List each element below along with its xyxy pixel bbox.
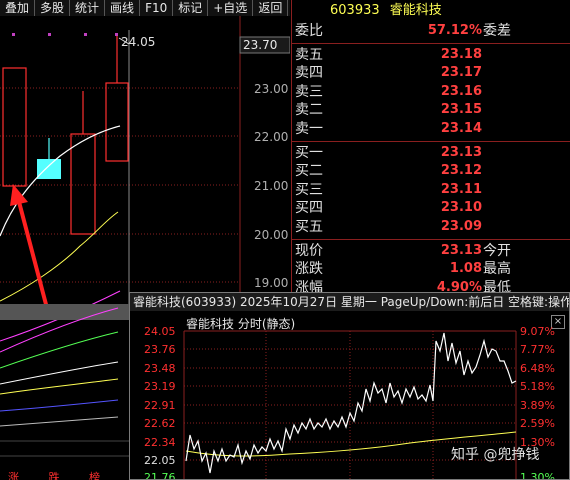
- row-value: 23.13: [440, 242, 482, 258]
- row-value: 57.12%: [427, 23, 482, 38]
- toolbar: 叠加 多股 统计 画线 F10 标记 +自选 返回: [0, 0, 290, 16]
- stock-name: 睿能科技: [389, 3, 442, 18]
- pct-label: 2.59%: [520, 417, 555, 430]
- price-axis-tick: 19.00: [254, 276, 288, 290]
- row-label: 卖一: [295, 120, 323, 137]
- price-label: 23.48: [144, 362, 176, 375]
- price-label: 22.34: [144, 436, 176, 449]
- divider: [292, 238, 570, 240]
- pct-label: 6.48%: [520, 362, 555, 375]
- row-value: 23.13: [440, 144, 482, 160]
- price-label: 23.19: [144, 380, 176, 393]
- row-value: 1.08: [449, 261, 482, 277]
- toolbar-mark-button[interactable]: 标记: [173, 0, 209, 16]
- tab-fall[interactable]: 跌: [49, 471, 60, 480]
- price-axis-tick: 20.00: [254, 228, 288, 242]
- popup-title-bar[interactable]: 睿能科技(603933) 2025年10月27日 星期一 PageUp/Down…: [130, 293, 569, 311]
- price-label: 22.05: [144, 454, 176, 467]
- pct-label: 5.18%: [520, 380, 555, 393]
- price-axis-tick: 22.00: [254, 130, 288, 144]
- pct-label: 7.77%: [520, 343, 555, 356]
- ask-row[interactable]: 卖五 23.18: [292, 46, 570, 65]
- pct-label: 1.30%: [520, 471, 555, 479]
- stat-row-price: 现价 23.13 今开: [292, 242, 570, 261]
- price-label: 21.76: [144, 471, 176, 479]
- divider: [292, 42, 570, 44]
- quote-panel: 603933 睿能科技 委比 57.12% 委差 卖五 23.18 卖四 23.17…: [291, 0, 570, 296]
- row-label: 卖四: [295, 65, 323, 82]
- ask-row[interactable]: 卖一 23.14: [292, 120, 570, 139]
- row-value: 23.15: [440, 102, 482, 118]
- ask-row[interactable]: 卖二 23.15: [292, 101, 570, 120]
- price-label: 23.76: [144, 343, 176, 356]
- bid-row[interactable]: 买三 23.11: [292, 181, 570, 200]
- candle-2: [37, 159, 61, 179]
- price-axis-tick: 23.00: [254, 82, 288, 96]
- candle-3: [70, 133, 96, 235]
- tab-rank[interactable]: 榜: [89, 471, 100, 480]
- row-label2: 委差: [483, 23, 511, 39]
- candle-1: [2, 67, 27, 187]
- toolbar-add-watchlist-button[interactable]: +自选: [208, 0, 254, 16]
- pct-label: 9.07%: [520, 325, 555, 338]
- toolbar-multi-stock-button[interactable]: 多股: [35, 0, 71, 16]
- ask-row[interactable]: 卖三 23.16: [292, 83, 570, 102]
- row-value: 23.11: [440, 181, 482, 197]
- row-label: 涨跌: [295, 261, 323, 278]
- row-label: 买三: [295, 181, 323, 198]
- row-label: 委比: [295, 23, 323, 39]
- divider: [292, 140, 570, 142]
- kchart-current-price-box: 23.70: [243, 38, 277, 52]
- row-label: 买一: [295, 144, 323, 161]
- toolbar-back-button[interactable]: 返回: [253, 0, 289, 16]
- row-value: 23.17: [440, 65, 482, 81]
- row-label: 买四: [295, 200, 323, 217]
- ask-row[interactable]: 卖四 23.17: [292, 64, 570, 83]
- toolbar-overlay-button[interactable]: 叠加: [0, 0, 36, 16]
- price-label: 24.05: [144, 325, 176, 338]
- bid-row[interactable]: 买二 23.12: [292, 162, 570, 181]
- price-label: 22.91: [144, 399, 176, 412]
- price-axis-tick: 21.00: [254, 179, 288, 193]
- toolbar-draw-line-button[interactable]: 画线: [105, 0, 141, 16]
- row-value: 23.16: [440, 83, 482, 99]
- bottom-tabs: 涨 跌 榜: [8, 469, 126, 480]
- quote-header: 603933 睿能科技: [292, 0, 570, 22]
- stat-row-change: 涨跌 1.08 最高: [292, 260, 570, 279]
- toolbar-f10-button[interactable]: F10: [140, 0, 174, 16]
- candle-4: [105, 82, 129, 162]
- row-label2: 最高: [483, 261, 511, 278]
- stock-code: 603933: [330, 3, 380, 18]
- row-label: 买五: [295, 218, 323, 235]
- row-value: 23.12: [440, 163, 482, 179]
- row-label: 现价: [295, 242, 323, 259]
- watermark: 知乎 @兜挣钱: [451, 447, 540, 463]
- row-label: 卖五: [295, 46, 323, 63]
- toolbar-stats-button[interactable]: 统计: [70, 0, 106, 16]
- row-label2: 今开: [483, 242, 511, 259]
- row-value: 23.10: [440, 200, 482, 216]
- bid-row[interactable]: 买一 23.13: [292, 144, 570, 163]
- row-label: 卖二: [295, 102, 323, 119]
- price-label: 22.62: [144, 417, 176, 430]
- row-label: 买二: [295, 163, 323, 180]
- row-label: 卖三: [295, 83, 323, 100]
- bid-row[interactable]: 买五 23.09: [292, 218, 570, 237]
- tab-rise[interactable]: 涨: [8, 471, 19, 480]
- row-value: 23.09: [440, 218, 482, 234]
- pct-label: 3.89%: [520, 399, 555, 412]
- row-value: 23.14: [440, 120, 482, 136]
- quote-row-commission-ratio: 委比 57.12% 委差: [292, 22, 570, 41]
- bid-row[interactable]: 买四 23.10: [292, 199, 570, 218]
- row-value: 23.18: [440, 46, 482, 62]
